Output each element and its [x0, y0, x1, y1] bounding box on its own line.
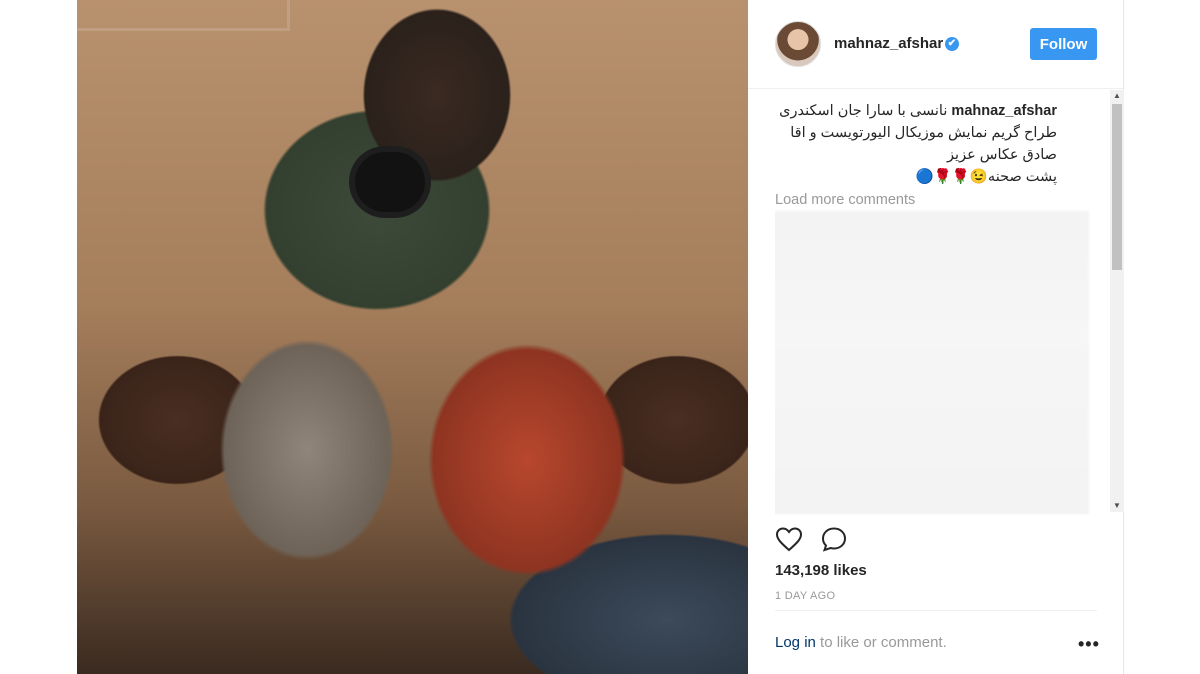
photo-background-frame	[77, 0, 290, 31]
more-options-icon[interactable]: •••	[1078, 634, 1100, 655]
verified-badge-icon: ✔	[945, 37, 959, 51]
comments-list-blurred	[775, 211, 1089, 514]
caption-line-1: نانسی با سارا جان اسکندری	[779, 103, 948, 119]
scroll-down-arrow-icon[interactable]: ▼	[1110, 500, 1124, 512]
comment-icon[interactable]	[820, 526, 848, 552]
caption-line-3: صادق عکاس عزیز	[947, 147, 1057, 163]
follow-button[interactable]: Follow	[1030, 28, 1097, 60]
divider	[775, 610, 1097, 611]
post-timestamp: 1 DAY AGO	[775, 590, 836, 602]
load-more-comments-link[interactable]: Load more comments	[775, 192, 915, 208]
post-username[interactable]: mahnaz_afshar	[834, 35, 943, 52]
post-actions	[775, 522, 1105, 558]
login-prompt: Log in to like or comment.	[775, 634, 947, 651]
post-photo[interactable]	[77, 0, 748, 674]
caption-line-2: طراح گریم نمایش موزیکال الیورتویست و اقا	[790, 125, 1057, 141]
caption-username[interactable]: mahnaz_afshar	[951, 103, 1057, 119]
photo-camera-shape	[355, 152, 425, 212]
comments-area: mahnaz_afshar نانسی با سارا جان اسکندری …	[775, 100, 1105, 520]
post-sidebar: mahnaz_afshar ✔ Follow mahnaz_afshar نان…	[748, 0, 1124, 674]
caption-line-4: پشت صحنه😉🌹🌹🔵	[915, 169, 1057, 185]
comments-scrollbar[interactable]: ▲ ▼	[1110, 90, 1124, 512]
likes-count[interactable]: 143,198 likes	[775, 562, 867, 579]
login-prompt-text: to like or comment.	[815, 634, 947, 651]
scroll-up-arrow-icon[interactable]: ▲	[1110, 90, 1124, 102]
avatar[interactable]	[775, 21, 821, 67]
login-link[interactable]: Log in	[775, 634, 816, 651]
scroll-thumb[interactable]	[1112, 104, 1122, 270]
heart-icon[interactable]	[775, 526, 803, 552]
post-header: mahnaz_afshar ✔ Follow	[748, 0, 1123, 89]
post-caption: mahnaz_afshar نانسی با سارا جان اسکندری …	[775, 100, 1057, 188]
